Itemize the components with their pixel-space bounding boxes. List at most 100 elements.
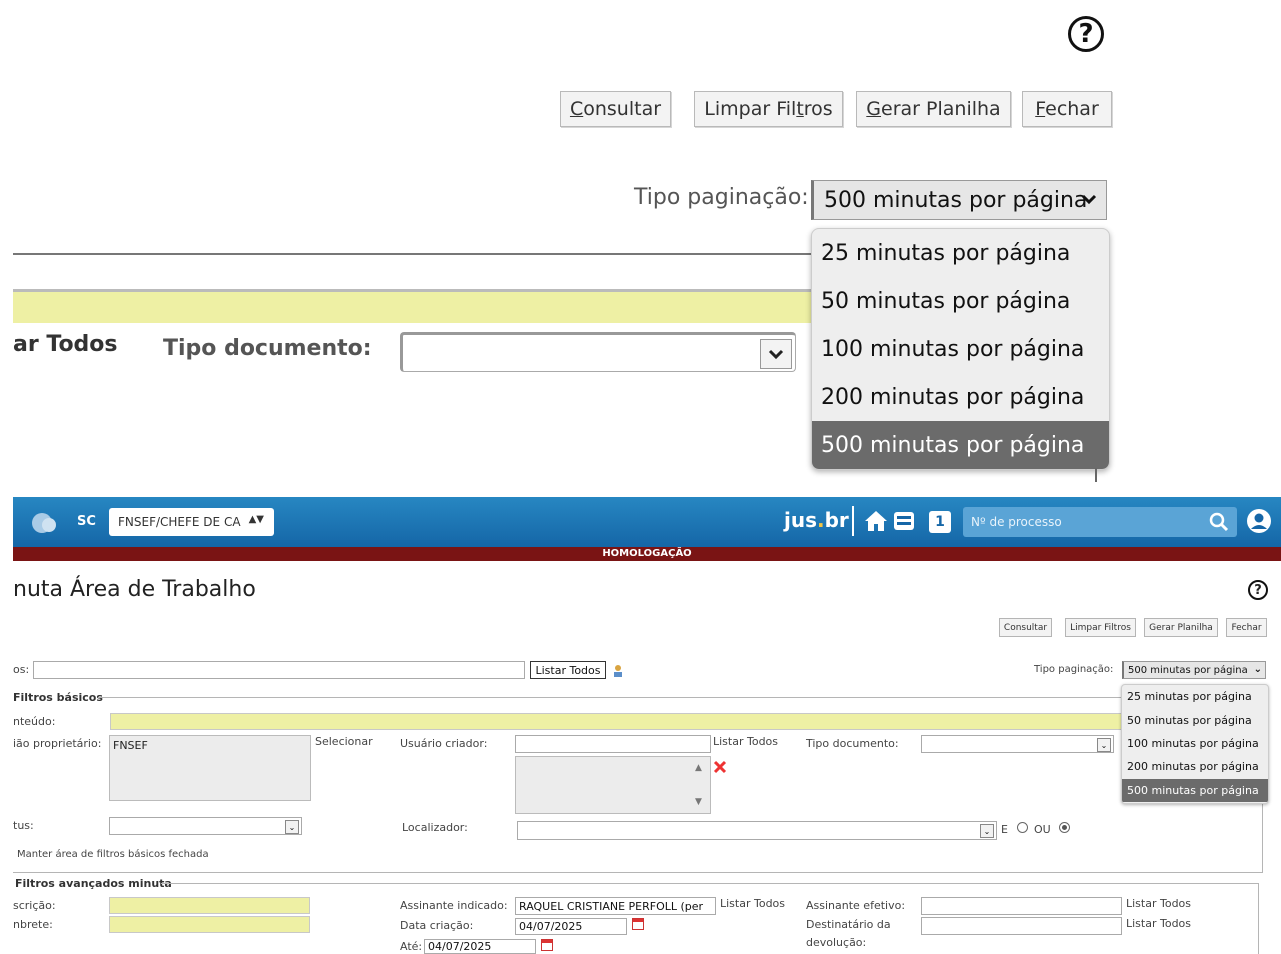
orgao-list[interactable]: FNSEF	[109, 735, 311, 801]
tipo-paginacao-select[interactable]: 500 minutas por página	[811, 180, 1107, 220]
user-icon[interactable]	[1246, 508, 1272, 534]
usuario-list[interactable]	[515, 756, 711, 814]
radio-ou[interactable]	[1059, 822, 1070, 833]
localizador-label: Localizador:	[402, 821, 468, 834]
listar-todos-button[interactable]: Listar Todos	[530, 661, 606, 679]
data-criacao-input[interactable]: 04/07/2025	[515, 918, 627, 935]
localizador-select[interactable]: ⌄	[517, 821, 997, 840]
descricao-field[interactable]	[109, 897, 310, 914]
conteudo-field-zoom[interactable]	[13, 289, 813, 323]
divider	[161, 883, 1258, 884]
orgao-value: FNSEF	[113, 739, 148, 752]
select-value: 500 minutas por página	[1128, 664, 1248, 676]
assinante-efetivo-listar-todos-link[interactable]: Listar Todos	[1126, 897, 1191, 910]
listar-todos-link-zoom[interactable]: ar Todos	[13, 332, 118, 357]
option-25[interactable]: 25 minutas por página	[1122, 685, 1268, 708]
environment-banner: HOMOLOGAÇÃO	[13, 547, 1281, 561]
tipo-documento-select[interactable]: ⌄	[921, 735, 1114, 753]
lembrete-label: nbrete:	[13, 918, 53, 931]
option-100[interactable]: 100 minutas por página	[1122, 732, 1268, 755]
radio-e[interactable]	[1017, 822, 1028, 833]
help-icon[interactable]: ?	[1248, 580, 1268, 600]
org-select-value: FNSEF/CHEFE DE CA	[118, 515, 241, 529]
tipo-paginacao-select-small[interactable]: 500 minutas por página ⌄	[1122, 661, 1266, 679]
divider	[852, 506, 854, 536]
lembrete-field[interactable]	[109, 916, 310, 933]
manter-fechada-label[interactable]: Manter área de filtros básicos fechada	[17, 849, 209, 860]
option-25[interactable]: 25 minutas por página	[812, 229, 1109, 277]
assinante-efetivo-input[interactable]	[921, 897, 1122, 915]
button-label: Consultar	[569, 98, 662, 120]
consultar-button[interactable]: Consultar	[560, 91, 671, 127]
orgao-label: ião proprietário:	[13, 737, 102, 750]
chevron-down-icon: ⌄	[980, 824, 994, 838]
divider	[1258, 883, 1259, 954]
limpar-filtros-button-small[interactable]: Limpar Filtros	[1065, 618, 1136, 637]
remove-icon[interactable]	[713, 759, 727, 774]
chevron-down-icon: ⌄	[1097, 738, 1111, 752]
conteudo-field[interactable]	[110, 713, 1125, 730]
help-icon[interactable]: ?	[1068, 16, 1104, 52]
status-label: tus:	[13, 819, 34, 832]
gerar-planilha-button-small[interactable]: Gerar Planilha	[1144, 618, 1218, 637]
notification-badge[interactable]: 1	[929, 511, 951, 533]
chevron-down-icon: ⌄	[1253, 664, 1262, 675]
option-500[interactable]: 500 minutas por página	[812, 421, 1109, 469]
consultar-button-small[interactable]: Consultar	[999, 618, 1052, 637]
usuario-criador-input[interactable]	[515, 735, 711, 753]
ate-input[interactable]: 04/07/2025	[424, 939, 536, 954]
brand-logo[interactable]: jus.br	[784, 508, 849, 532]
scroll-down-icon[interactable]: ▼	[695, 797, 702, 807]
fieldset-legend: Filtros básicos	[13, 691, 103, 704]
home-icon[interactable]	[864, 510, 888, 532]
data-criacao-label: Data criação:	[400, 919, 474, 932]
selecionar-link[interactable]: Selecionar	[315, 735, 373, 748]
fechar-button-small[interactable]: Fechar	[1226, 618, 1267, 637]
limpar-filtros-button[interactable]: Limpar Filtros	[694, 91, 843, 127]
option-50[interactable]: 50 minutas por página	[812, 277, 1109, 325]
destinatario-input[interactable]	[921, 917, 1122, 935]
search-field[interactable]	[33, 661, 525, 679]
conteudo-label: nteúdo:	[13, 715, 56, 728]
destinatario-label: Destinatário da	[806, 918, 891, 931]
assinante-indicado-input[interactable]: RAQUEL CRISTIANE PERFOLL (per	[515, 897, 716, 915]
inbox-icon[interactable]	[892, 510, 916, 532]
select-value: 500 minutas por página	[824, 187, 1088, 213]
status-select[interactable]: ⌄	[109, 817, 302, 835]
option-100[interactable]: 100 minutas por página	[812, 325, 1109, 373]
process-number-input[interactable]: Nº de processo	[963, 507, 1237, 537]
tipo-documento-label-zoom: Tipo documento:	[163, 336, 372, 361]
assinante-listar-todos-link[interactable]: Listar Todos	[720, 897, 785, 910]
tipo-paginacao-dropdown: 25 minutas por página 50 minutas por pág…	[811, 228, 1110, 470]
calendar-icon[interactable]	[541, 939, 553, 951]
fechar-button[interactable]: Fechar	[1022, 91, 1112, 127]
usuario-criador-label: Usuário criador:	[400, 737, 488, 750]
gerar-planilha-button[interactable]: Gerar Planilha	[856, 91, 1011, 127]
divider	[1095, 468, 1097, 482]
tipo-paginacao-label-small: Tipo paginação:	[1034, 664, 1114, 675]
ate-label: Até:	[400, 940, 423, 953]
e-label: E	[1001, 823, 1008, 836]
page-title: nuta Área de Trabalho	[13, 577, 256, 602]
search-icon[interactable]	[1208, 511, 1230, 533]
tipo-documento-select-zoom[interactable]	[400, 332, 796, 372]
org-select[interactable]: FNSEF/CHEFE DE CA ▲▼	[109, 508, 274, 536]
scroll-up-icon[interactable]: ▲	[695, 763, 702, 773]
button-label: Fechar	[1035, 98, 1099, 120]
sort-arrows-icon: ▲▼	[248, 514, 264, 525]
option-500[interactable]: 500 minutas por página	[1122, 778, 1268, 802]
divider	[98, 697, 1122, 698]
user-search-icon[interactable]	[612, 663, 624, 677]
state-label: SC	[77, 514, 96, 529]
usuario-listar-todos-link[interactable]: Listar Todos	[713, 735, 778, 748]
option-50[interactable]: 50 minutas por página	[1122, 708, 1268, 731]
chevron-down-icon: ⌄	[285, 820, 299, 834]
destinatario-listar-todos-link[interactable]: Listar Todos	[1126, 917, 1191, 930]
tipo-paginacao-label: Tipo paginação:	[634, 185, 809, 210]
calendar-icon[interactable]	[632, 918, 644, 930]
option-200[interactable]: 200 minutas por página	[1122, 755, 1268, 778]
option-200[interactable]: 200 minutas por página	[812, 373, 1109, 421]
descricao-label: scrição:	[13, 899, 56, 912]
chevron-down-icon	[760, 339, 792, 369]
assinante-indicado-label: Assinante indicado:	[400, 899, 508, 912]
